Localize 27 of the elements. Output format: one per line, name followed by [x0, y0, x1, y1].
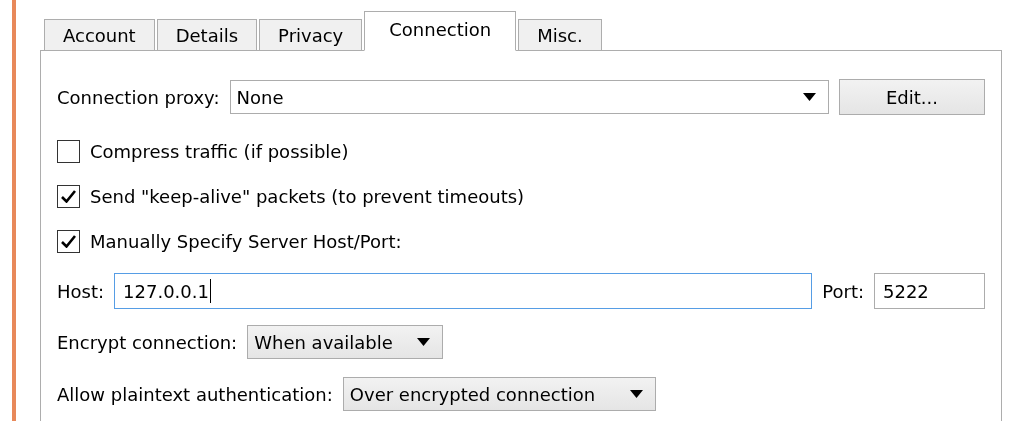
encrypt-dropdown[interactable]: When available [247, 325, 444, 359]
checkbox-label: Send "keep-alive" packets (to prevent timeouts) [90, 186, 525, 207]
field-label: Host: [57, 280, 105, 302]
checkbox-label: Manually Specify Server Host/Port: [90, 231, 402, 252]
field-label: Allow plaintext authentication: [57, 383, 333, 405]
host-input[interactable]: 127.0.0.1 [114, 273, 813, 309]
port-input[interactable]: 5222 [874, 273, 985, 309]
caret-icon [417, 338, 431, 346]
tab[interactable]: Connection [364, 11, 517, 51]
field-label: Port: [822, 280, 864, 302]
checkmark-icon [61, 235, 76, 248]
edit-button[interactable]: Edit... [839, 79, 985, 115]
checkmark-icon [61, 190, 76, 203]
tab[interactable]: Privacy [259, 19, 363, 51]
tab[interactable]: Details [156, 19, 258, 51]
caret-icon [803, 93, 816, 101]
tab[interactable]: Account [44, 19, 155, 51]
checkbox[interactable] [57, 140, 80, 163]
proxy-dropdown[interactable]: None [229, 80, 829, 114]
tab[interactable]: Misc. [518, 19, 602, 51]
checkbox-label: Compress traffic (if possible) [90, 141, 349, 162]
plaintext-dropdown[interactable]: Over encrypted connection [342, 377, 656, 411]
field-label: Encrypt connection: [57, 331, 238, 353]
checkbox[interactable] [57, 230, 80, 253]
caret-icon [629, 390, 643, 398]
field-label: Connection proxy: [57, 86, 220, 108]
checkbox[interactable] [57, 185, 80, 208]
